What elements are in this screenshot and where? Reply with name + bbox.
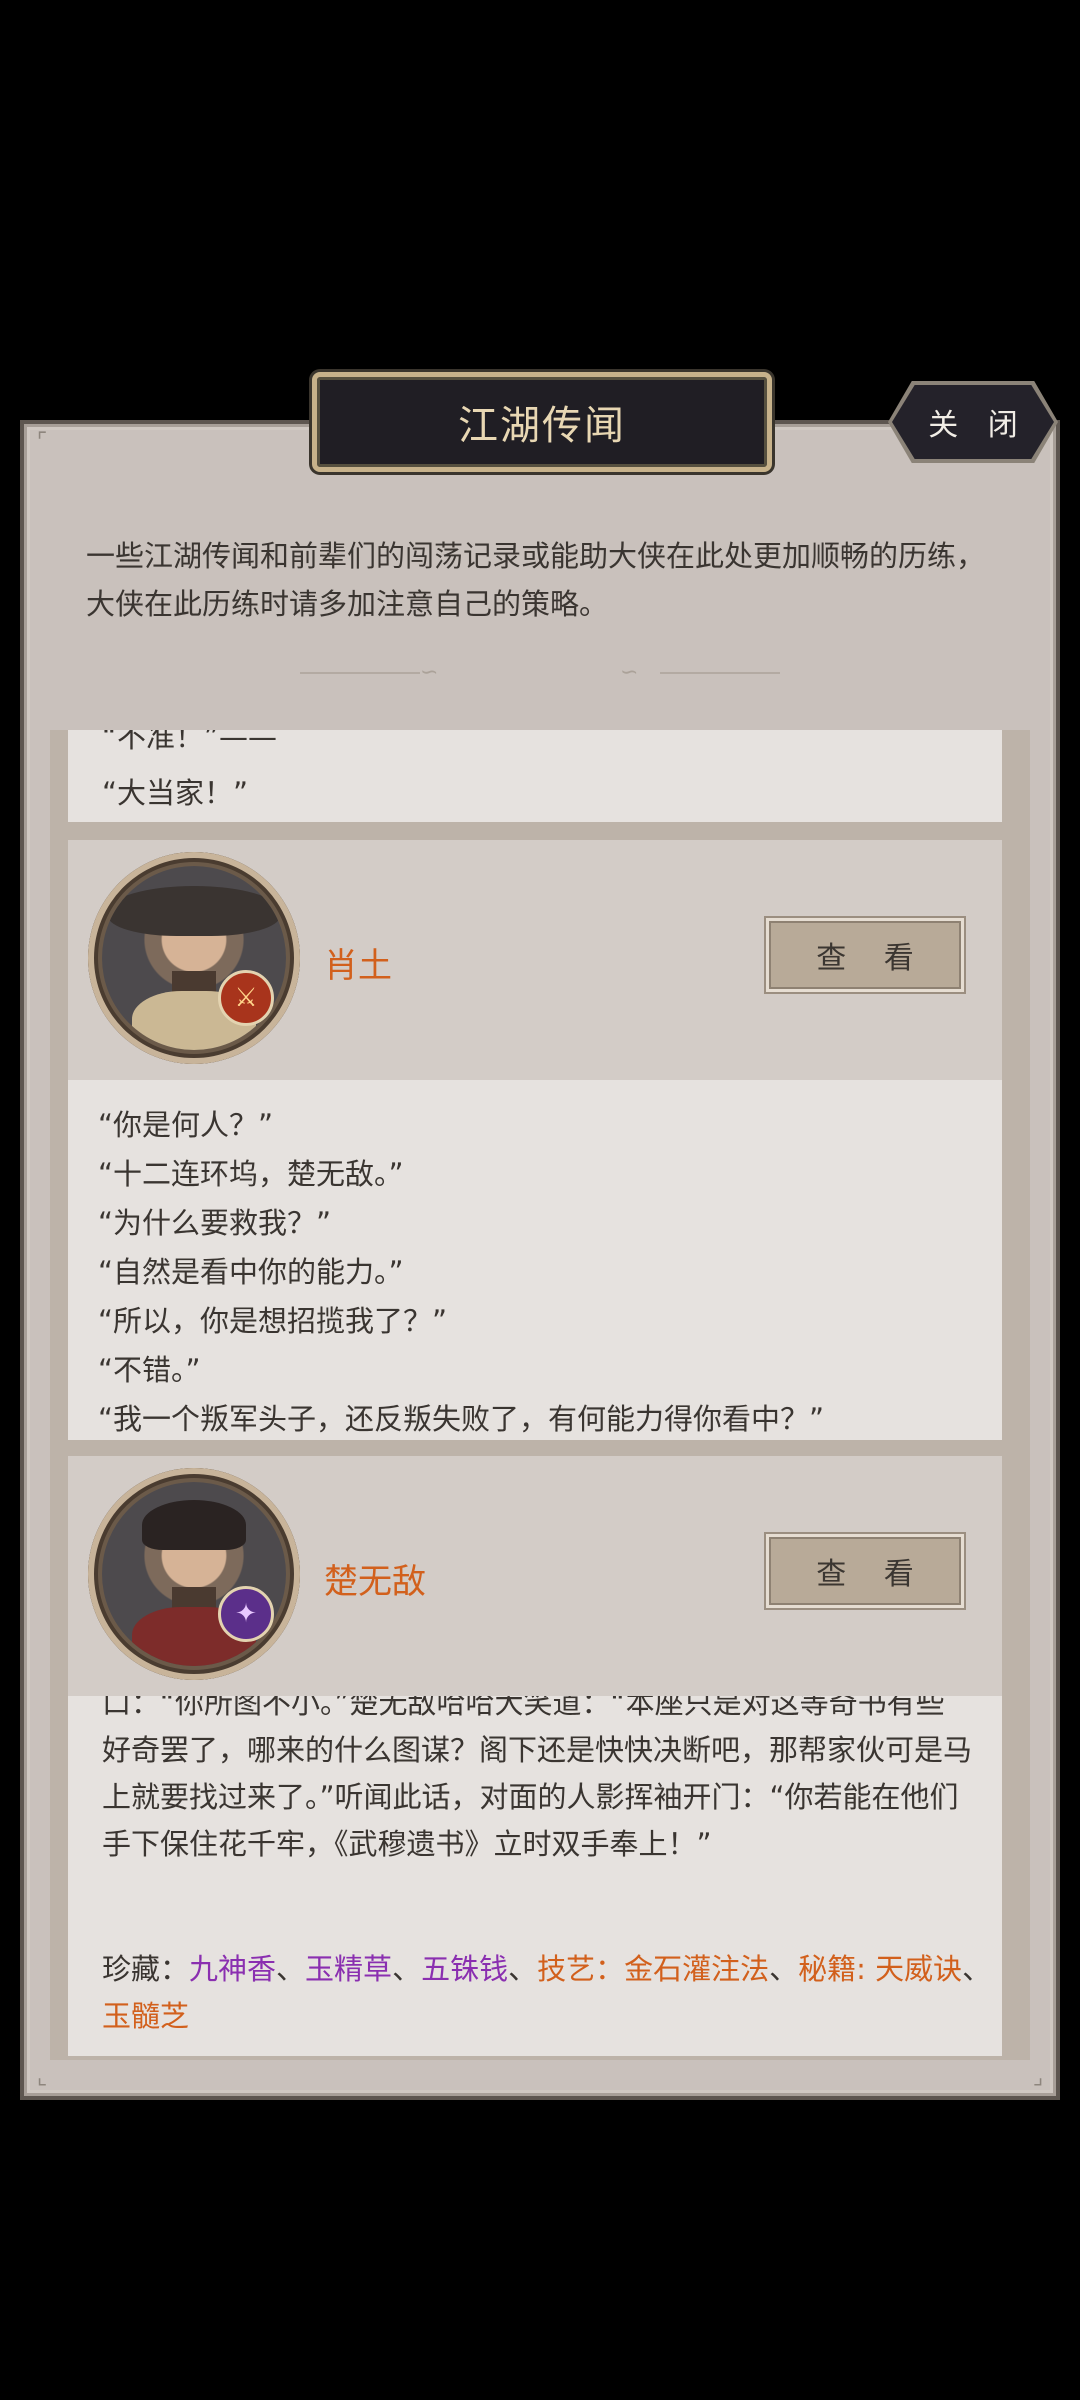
corner-ornament-icon: ⌟ — [1032, 2065, 1044, 2090]
page-title: 江湖传闻 — [458, 403, 626, 449]
dialogue-line: “你是何人？” — [98, 1108, 274, 1142]
list-item: “不准！”—— “大当家！” — [68, 730, 1002, 822]
dialogue-line: “所以，你是想招揽我了？” — [98, 1304, 448, 1338]
view-button-label: 查 看 — [816, 941, 928, 976]
loot-item: 五铢钱 — [421, 1952, 509, 1986]
loot-separator: 、 — [769, 1952, 799, 1986]
character-name: 肖土 — [324, 946, 392, 986]
divider-ornament-icon: ∽ — [420, 660, 439, 685]
loot-item: 玉精草 — [305, 1952, 393, 1986]
flame-sword-icon: ⚔ — [218, 970, 274, 1026]
rumor-list[interactable]: “不准！”—— “大当家！” ⚔ 肖土 查 看 “你是何人？” “十二连环坞，楚… — [50, 730, 1030, 2060]
loot-separator: 、 — [962, 1952, 992, 1986]
divider-ornament-icon: ∽ — [620, 660, 639, 685]
corner-ornament-icon: ⌞ — [36, 2065, 48, 2090]
view-button[interactable]: 查 看 — [766, 1534, 964, 1608]
skill-item: 金石灌注法 — [624, 1952, 770, 1986]
close-button[interactable]: 关 闭 — [892, 385, 1054, 459]
list-item: ✦ 楚无敌 查 看 口：“你所图不小。”楚无敌哈哈大笑道：“本座只是对这等奇书有… — [68, 1456, 1002, 2056]
card-header: ✦ 楚无敌 查 看 — [68, 1456, 1002, 1696]
dialogue-line: “我一个叛军头子，还反叛失败了，有何能力得你看中？” — [98, 1402, 825, 1436]
view-button-label: 查 看 — [816, 1557, 928, 1592]
dialogue-line: “大当家！” — [102, 776, 249, 810]
book-label: 秘籍: — [798, 1952, 876, 1986]
card-header: ⚔ 肖土 查 看 — [68, 840, 1002, 1080]
avatar[interactable] — [88, 1468, 300, 1680]
corner-ornament-icon: ⌜ — [36, 429, 48, 454]
dialogue-line: “不准！”—— — [102, 730, 278, 754]
arcane-flame-icon: ✦ — [218, 1586, 274, 1642]
divider-left — [300, 672, 420, 674]
view-button[interactable]: 查 看 — [766, 918, 964, 992]
loot-label: 珍藏： — [102, 1952, 190, 1986]
card-body: “你是何人？” “十二连环坞，楚无敌。” “为什么要救我？” “自然是看中你的能… — [68, 1080, 1002, 1440]
loot-separator: 、 — [508, 1952, 538, 1986]
loot-separator: 、 — [276, 1952, 306, 1986]
dialogue-line: “十二连环坞，楚无敌。” — [98, 1157, 404, 1191]
list-item: ⚔ 肖土 查 看 “你是何人？” “十二连环坞，楚无敌。” “为什么要救我？” … — [68, 840, 1002, 1440]
loot-item: 九神香 — [189, 1952, 277, 1986]
card-body: 口：“你所图不小。”楚无敌哈哈大笑道：“本座只是对这等奇书有些好奇罢了，哪来的什… — [68, 1696, 1002, 2056]
skill-label: 技艺： — [537, 1952, 625, 1986]
loot-separator: 、 — [392, 1952, 422, 1986]
hair-shape — [142, 1500, 246, 1550]
dialogue-line: “为什么要救我？” — [98, 1206, 332, 1240]
description-text: 一些江湖传闻和前辈们的闯荡记录或能助大侠在此处更加顺畅的历练，大侠在此历练时请多… — [86, 539, 986, 621]
character-name: 楚无敌 — [324, 1562, 426, 1602]
title-plate: 江湖传闻 — [312, 372, 772, 472]
close-button-label: 关 闭 — [928, 408, 1028, 443]
loot-item: 玉髓芝 — [102, 1999, 190, 2033]
dialogue-line: “自然是看中你的能力。” — [98, 1255, 404, 1289]
divider-right — [660, 672, 780, 674]
book-item: 天威诀 — [875, 1952, 963, 1986]
dialogue-line: “不错。” — [98, 1353, 201, 1387]
loot-line: 珍藏：九神香、玉精草、五铢钱、技艺：金石灌注法、秘籍: 天威诀、玉髓芝 — [102, 1946, 992, 2040]
story-text: 口：“你所图不小。”楚无敌哈哈大笑道：“本座只是对这等奇书有些好奇罢了，哪来的什… — [102, 1696, 973, 1861]
avatar[interactable] — [88, 852, 300, 1064]
hat-shape — [108, 886, 280, 936]
